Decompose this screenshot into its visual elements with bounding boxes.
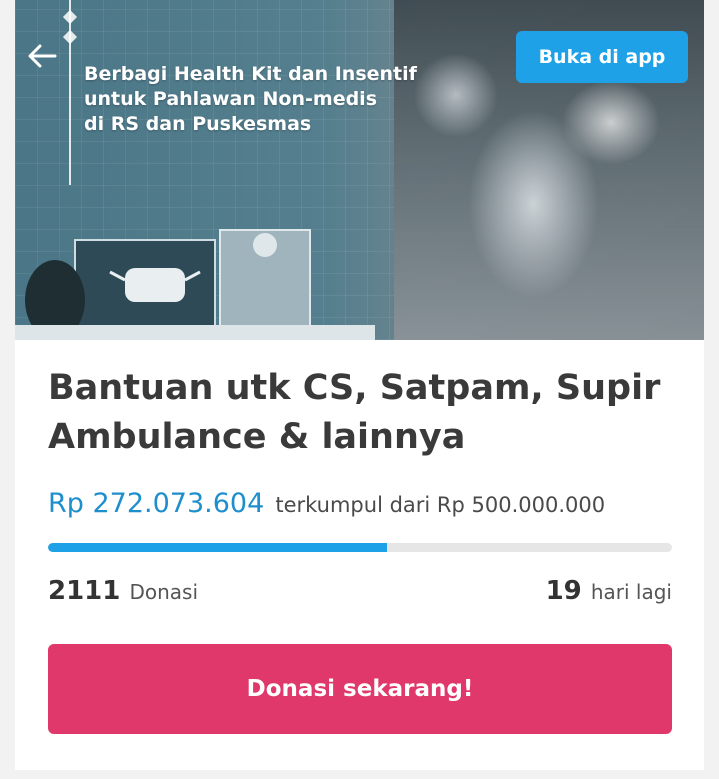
donation-count: 2111 Donasi <box>48 576 198 606</box>
campaign-summary-card: Bantuan utk CS, Satpam, Supir Ambulance … <box>15 340 704 770</box>
campaign-page: Berbagi Health Kit dan Insentif untuk Pa… <box>0 0 719 779</box>
funding-progress-fill <box>48 543 388 552</box>
arrow-left-icon <box>27 44 57 72</box>
banner-headline: Berbagi Health Kit dan Insentif untuk Pa… <box>84 62 464 137</box>
open-in-app-button[interactable]: Buka di app <box>516 31 688 83</box>
days-remaining-value: 19 <box>545 576 582 606</box>
campaign-banner: Berbagi Health Kit dan Insentif untuk Pa… <box>15 0 704 340</box>
donate-now-button[interactable]: Donasi sekarang! <box>48 644 672 734</box>
collected-target-text: terkumpul dari Rp 500.000.000 <box>275 493 606 517</box>
banner-illustration <box>15 229 375 340</box>
banner-headline-line: untuk Pahlawan Non-medis <box>84 88 377 110</box>
back-button[interactable] <box>24 42 60 74</box>
banner-headline-line: di RS dan Puskesmas <box>84 113 312 135</box>
banner-divider-line <box>69 0 71 185</box>
banner-headline-line: Berbagi Health Kit dan Insentif <box>84 63 417 85</box>
funding-progress-bar <box>48 543 672 552</box>
days-remaining-label: hari lagi <box>590 580 672 604</box>
funding-amount-row: Rp 272.073.604 terkumpul dari Rp 500.000… <box>48 488 605 519</box>
campaign-title-line: Bantuan utk CS, Satpam, Supir <box>48 368 661 408</box>
campaign-title: Bantuan utk CS, Satpam, Supir Ambulance … <box>48 364 688 462</box>
collected-amount: Rp 272.073.604 <box>48 488 265 519</box>
days-remaining: 19 hari lagi <box>546 576 672 606</box>
donation-count-label: Donasi <box>129 580 199 604</box>
donation-count-value: 2111 <box>48 576 121 606</box>
campaign-title-line: Ambulance & lainnya <box>48 417 466 457</box>
